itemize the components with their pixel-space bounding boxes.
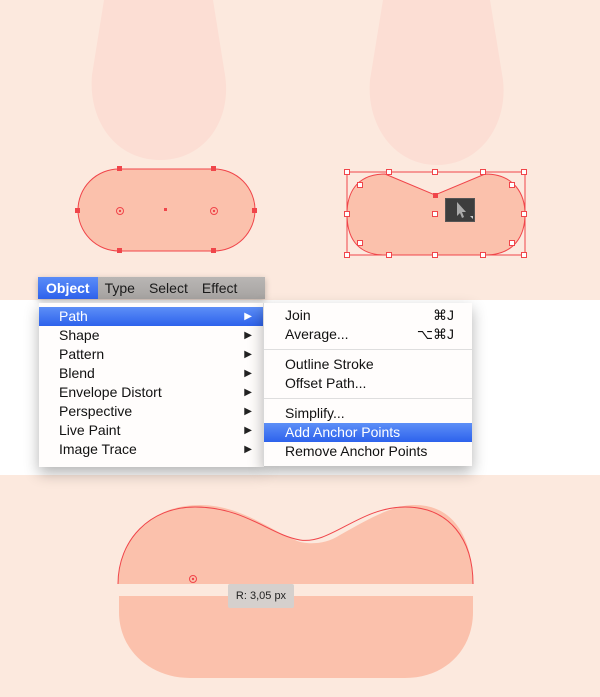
menu-item-simplify[interactable]: Simplify...	[264, 404, 472, 423]
menu-item-label: Remove Anchor Points	[285, 443, 428, 459]
menu-item-label: Add Anchor Points	[285, 424, 401, 440]
menu-item-envelope-distort[interactable]: Envelope Distort ▶	[39, 383, 264, 402]
shortcut-label: ⌘J	[433, 307, 454, 323]
menu-item-remove-anchor-points[interactable]: Remove Anchor Points	[264, 442, 472, 461]
menu-item-blend[interactable]: Blend ▶	[39, 364, 264, 383]
menu-item-path[interactable]: Path ▶	[39, 307, 264, 326]
menu-item-label: Join	[285, 307, 311, 323]
menu-item-label: Simplify...	[285, 405, 345, 421]
menu-item-label: Outline Stroke	[285, 356, 374, 372]
submenu-arrow-icon: ▶	[244, 425, 252, 436]
menu-separator	[264, 398, 472, 399]
menu-object[interactable]: Object	[38, 277, 98, 299]
large-shape-top	[118, 505, 473, 584]
menu-item-label: Envelope Distort	[59, 384, 162, 400]
menu-item-add-anchor-points[interactable]: Add Anchor Points	[264, 423, 472, 442]
ear-shape-right	[369, 0, 504, 165]
menu-effect[interactable]: Effect	[195, 277, 245, 299]
path-submenu: Join ⌘J Average... ⌥⌘J Outline Stroke Offs…	[263, 303, 472, 466]
menu-select[interactable]: Select	[142, 277, 195, 299]
menu-item-label: Path	[59, 308, 88, 324]
menu-item-average[interactable]: Average... ⌥⌘J	[264, 325, 472, 344]
menu-item-perspective[interactable]: Perspective ▶	[39, 402, 264, 421]
menu-item-image-trace[interactable]: Image Trace ▶	[39, 440, 264, 459]
menu-item-outline-stroke[interactable]: Outline Stroke	[264, 355, 472, 374]
selected-anchor[interactable]	[433, 193, 438, 198]
menu-item-label: Image Trace	[59, 441, 137, 457]
submenu-arrow-icon: ▶	[244, 330, 252, 341]
menu-item-label: Live Paint	[59, 422, 121, 438]
submenu-arrow-icon: ▶	[244, 406, 252, 417]
submenu-arrow-icon: ▶	[244, 311, 252, 322]
arrow-cursor-icon	[457, 202, 473, 219]
menu-item-label: Offset Path...	[285, 375, 367, 391]
radius-tooltip: R: 3,05 px	[228, 584, 294, 608]
menu-type[interactable]: Type	[98, 277, 142, 299]
menu-item-pattern[interactable]: Pattern ▶	[39, 345, 264, 364]
large-shape-bottom	[119, 596, 473, 678]
object-menu: Path ▶ Shape ▶ Pattern ▶ Blend ▶ Envelope Di…	[39, 303, 264, 467]
menu-separator	[264, 349, 472, 350]
menu-item-shape[interactable]: Shape ▶	[39, 326, 264, 345]
selection-tool-cursor	[445, 198, 475, 222]
menu-item-live-paint[interactable]: Live Paint ▶	[39, 421, 264, 440]
submenu-arrow-icon: ▶	[244, 368, 252, 379]
submenu-arrow-icon: ▶	[244, 387, 252, 398]
menu-item-label: Blend	[59, 365, 95, 381]
menu-bar: Object Type Select Effect	[38, 277, 265, 299]
menu-item-join[interactable]: Join ⌘J	[264, 306, 472, 325]
shortcut-label: ⌥⌘J	[416, 326, 454, 342]
menu-item-offset-path[interactable]: Offset Path...	[264, 374, 472, 393]
menu-item-label: Perspective	[59, 403, 133, 419]
menu-item-label: Pattern	[59, 346, 105, 362]
ear-shape-left	[91, 0, 227, 160]
submenu-arrow-icon: ▶	[244, 349, 252, 360]
menu-item-label: Average...	[285, 326, 349, 342]
menu-item-label: Shape	[59, 327, 100, 343]
submenu-arrow-icon: ▶	[244, 444, 252, 455]
